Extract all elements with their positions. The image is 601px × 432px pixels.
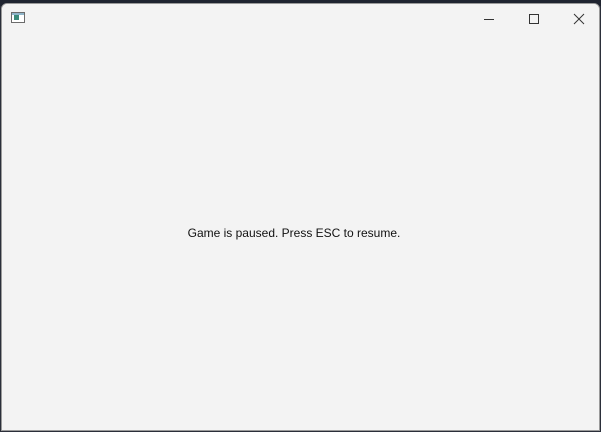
game-canvas[interactable]: Game is paused. Press ESC to resume. [2,34,599,430]
minimize-icon [484,19,494,20]
maximize-button[interactable] [511,4,557,34]
game-window: Game is paused. Press ESC to resume. [1,3,600,431]
window-app-icon [11,12,25,23]
title-bar[interactable] [2,4,599,34]
close-icon [573,13,585,25]
pause-message: Game is paused. Press ESC to resume. [187,226,401,240]
minimize-button[interactable] [466,4,512,34]
maximize-icon [529,14,539,24]
close-button[interactable] [556,4,599,34]
